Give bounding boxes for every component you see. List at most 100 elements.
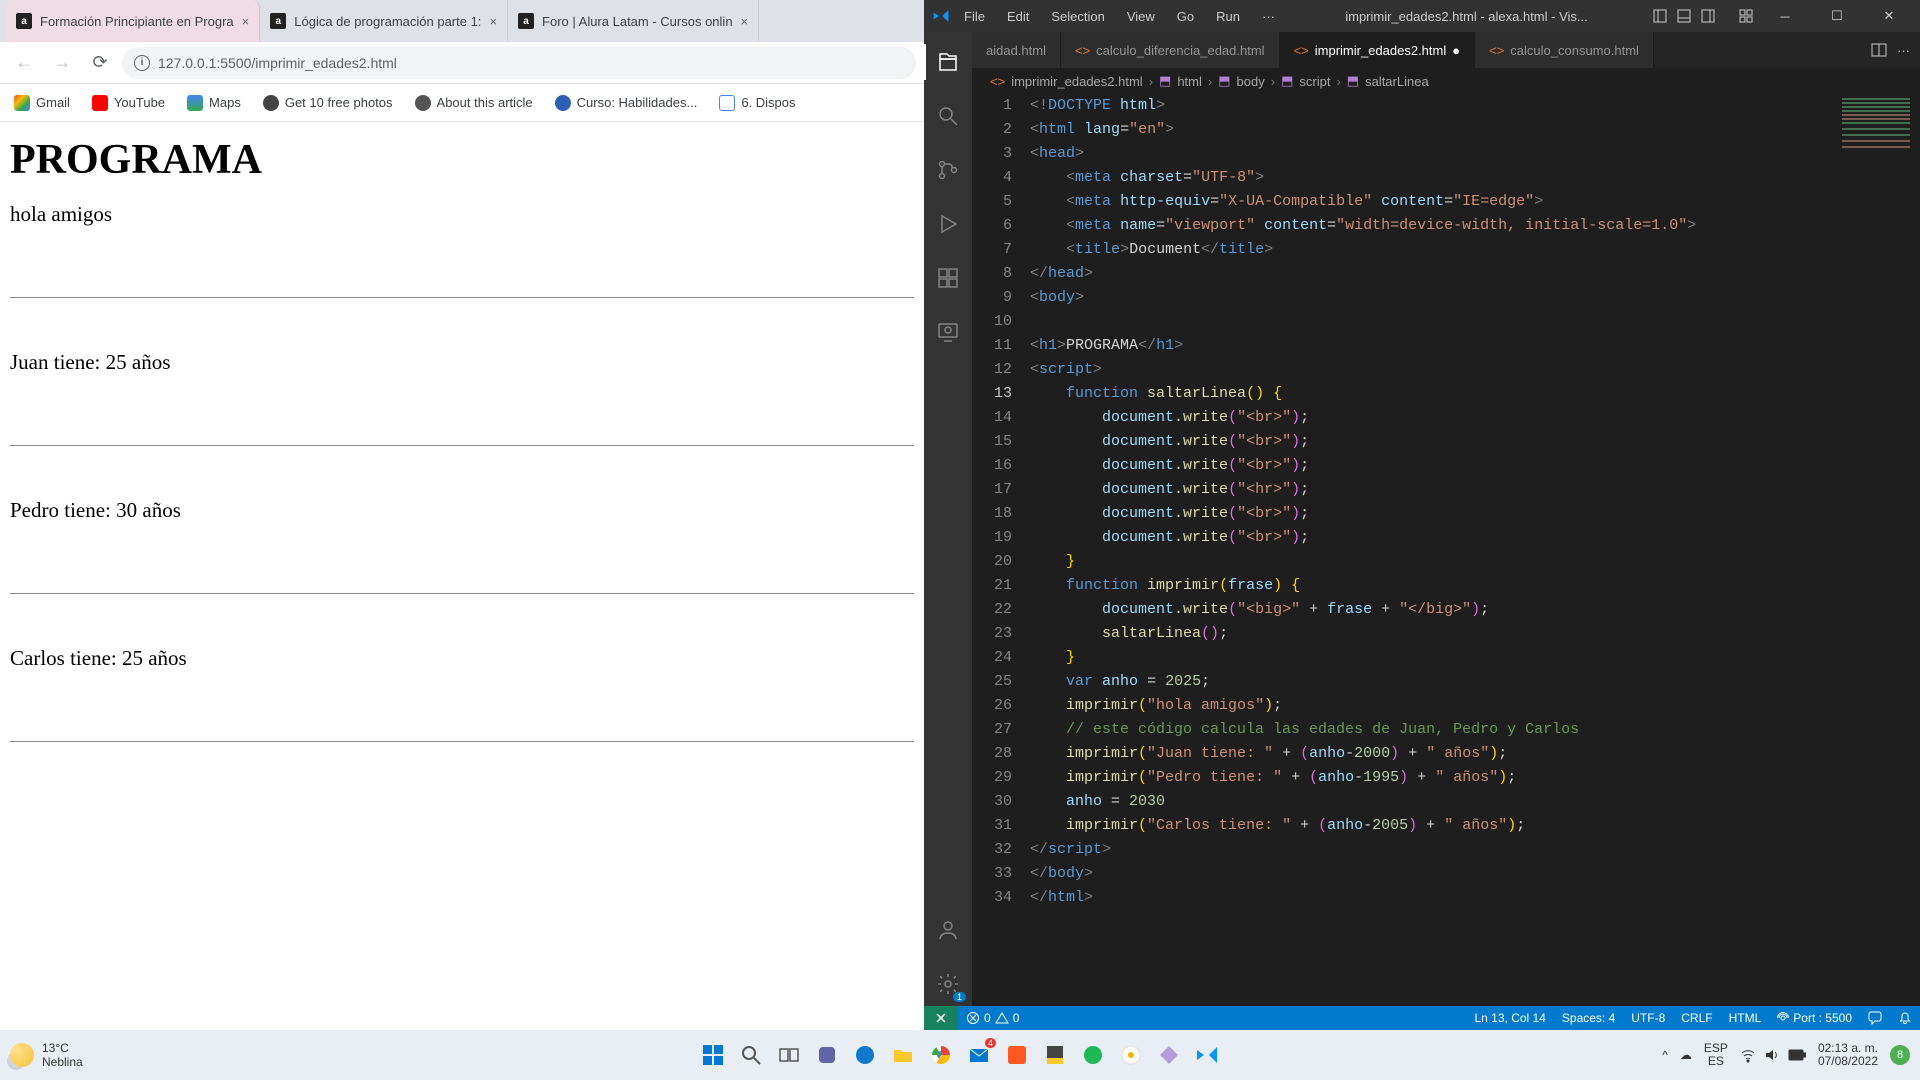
close-icon[interactable]: × — [741, 14, 749, 29]
bookmark-photos[interactable]: Get 10 free photos — [263, 95, 393, 111]
bookmark-youtube[interactable]: YouTube — [92, 95, 165, 111]
url-text: 127.0.0.1:5500/imprimir_edades2.html — [158, 55, 397, 71]
layout-bottom-icon[interactable] — [1674, 6, 1694, 26]
live-server-port[interactable]: Port : 5500 — [1769, 1011, 1860, 1025]
notifications-icon[interactable] — [1890, 1011, 1920, 1025]
chevron-right-icon: › — [1149, 74, 1153, 89]
maximize-button[interactable]: ☐ — [1814, 0, 1860, 32]
vscode-taskbar-icon[interactable] — [1192, 1040, 1222, 1070]
code-content[interactable]: <!DOCTYPE html><html lang="en"><head> <m… — [1030, 94, 1920, 1006]
remote-explorer-icon[interactable] — [924, 310, 972, 354]
page-h1: PROGRAMA — [10, 136, 914, 184]
menu-file[interactable]: File — [956, 9, 993, 24]
notification-badge[interactable]: 8 — [1890, 1045, 1910, 1065]
menu-selection[interactable]: Selection — [1043, 9, 1112, 24]
editor-tab-aidad[interactable]: aidad.html — [972, 32, 1061, 68]
back-button[interactable]: ← — [8, 47, 40, 79]
bookmark-gmail[interactable]: Gmail — [14, 95, 70, 111]
teams-icon[interactable] — [812, 1040, 842, 1070]
bookmark-maps[interactable]: Maps — [187, 95, 241, 111]
remote-indicator[interactable] — [924, 1006, 958, 1030]
volume-icon[interactable] — [1764, 1047, 1780, 1063]
minimize-button[interactable]: ─ — [1762, 0, 1808, 32]
eol[interactable]: CRLF — [1673, 1011, 1720, 1025]
indentation[interactable]: Spaces: 4 — [1554, 1011, 1623, 1025]
breadcrumb[interactable]: <> imprimir_edades2.html › ⬒html › ⬒body… — [972, 68, 1920, 94]
more-actions-icon[interactable]: ··· — [1897, 43, 1910, 58]
app-icon-diamond[interactable] — [1154, 1040, 1184, 1070]
run-debug-icon[interactable] — [924, 202, 972, 246]
editor-tab-calculo-diff[interactable]: <>calculo_diferencia_edad.html — [1061, 32, 1280, 68]
bc-body: body — [1237, 74, 1265, 89]
close-icon[interactable]: × — [242, 14, 250, 29]
weather-widget[interactable]: 13°C Neblina — [10, 1041, 83, 1069]
browser-tab-1[interactable]: a Formación Principiante en Progra × — [6, 0, 260, 42]
bc-script: script — [1299, 74, 1330, 89]
bookmark-dispos[interactable]: 6. Dispos — [719, 95, 795, 111]
layout-left-icon[interactable] — [1650, 6, 1670, 26]
feedback-icon[interactable] — [1860, 1011, 1890, 1025]
extensions-icon[interactable] — [924, 256, 972, 300]
symbol-icon: ⬒ — [1218, 73, 1230, 89]
app-icon-orange[interactable] — [1002, 1040, 1032, 1070]
tray-chevron-icon[interactable]: ^ — [1662, 1048, 1668, 1062]
chrome-canary-icon[interactable] — [1116, 1040, 1146, 1070]
task-view-button[interactable] — [774, 1040, 804, 1070]
forward-button[interactable]: → — [46, 47, 78, 79]
maps-icon — [187, 95, 203, 111]
wifi-icon[interactable] — [1740, 1047, 1756, 1063]
menu-more[interactable]: ··· — [1254, 9, 1283, 24]
explorer-icon[interactable] — [924, 40, 972, 84]
code-editor[interactable]: 1234567891011121314151617181920212223242… — [972, 94, 1920, 1006]
split-editor-icon[interactable] — [1871, 42, 1887, 58]
bookmark-curso[interactable]: Curso: Habilidades... — [555, 95, 698, 111]
weather-icon — [10, 1043, 34, 1067]
language-indicator[interactable]: ESP ES — [1704, 1042, 1728, 1068]
cursor-position[interactable]: Ln 13, Col 14 — [1467, 1011, 1554, 1025]
weather-desc: Neblina — [42, 1055, 83, 1069]
language-mode[interactable]: HTML — [1721, 1011, 1770, 1025]
search-icon[interactable] — [924, 94, 972, 138]
bookmark-article[interactable]: About this article — [415, 95, 533, 111]
symbol-icon: ⬒ — [1159, 73, 1171, 89]
problems-indicator[interactable]: 0 0 — [958, 1011, 1027, 1025]
editor-tab-imprimir[interactable]: <>imprimir_edades2.html● — [1280, 32, 1476, 68]
globe-icon — [415, 95, 431, 111]
onedrive-icon[interactable]: ☁ — [1680, 1048, 1692, 1062]
customize-layout-icon[interactable] — [1736, 6, 1756, 26]
html-file-icon: <> — [1075, 43, 1090, 58]
menu-view[interactable]: View — [1119, 9, 1163, 24]
site-info-icon[interactable]: i — [134, 55, 150, 71]
browser-tab-3[interactable]: a Foro | Alura Latam - Cursos onlin × — [508, 0, 759, 42]
close-icon[interactable]: × — [489, 14, 497, 29]
start-button[interactable] — [698, 1040, 728, 1070]
mail-icon[interactable]: 4 — [964, 1040, 994, 1070]
edge-icon[interactable] — [850, 1040, 880, 1070]
vscode-window: File Edit Selection View Go Run ··· impr… — [924, 0, 1920, 1030]
menu-go[interactable]: Go — [1169, 9, 1202, 24]
warning-count: 0 — [1013, 1011, 1020, 1025]
layout-right-icon[interactable] — [1698, 6, 1718, 26]
source-control-icon[interactable] — [924, 148, 972, 192]
settings-icon[interactable]: 1 — [924, 962, 972, 1006]
notes-icon[interactable] — [1040, 1040, 1070, 1070]
search-button[interactable] — [736, 1040, 766, 1070]
battery-icon[interactable] — [1788, 1049, 1806, 1061]
browser-tab-2[interactable]: a Lógica de programación parte 1: × — [260, 0, 508, 42]
reload-button[interactable]: ⟳ — [84, 47, 116, 79]
line-gutter: 1234567891011121314151617181920212223242… — [972, 94, 1030, 1006]
account-icon[interactable] — [924, 908, 972, 952]
close-button[interactable]: ✕ — [1866, 0, 1912, 32]
encoding[interactable]: UTF-8 — [1623, 1011, 1673, 1025]
html-file-icon: <> — [1294, 43, 1309, 58]
menu-edit[interactable]: Edit — [999, 9, 1037, 24]
spotify-icon[interactable] — [1078, 1040, 1108, 1070]
clock[interactable]: 02:13 a. m. 07/08/2022 — [1818, 1042, 1878, 1068]
file-explorer-icon[interactable] — [888, 1040, 918, 1070]
address-bar[interactable]: i 127.0.0.1:5500/imprimir_edades2.html — [122, 47, 916, 79]
editor-tab-consumo[interactable]: <>calculo_consumo.html — [1475, 32, 1654, 68]
calendar-icon — [719, 95, 735, 111]
minimap[interactable] — [1832, 94, 1920, 1006]
menu-run[interactable]: Run — [1208, 9, 1248, 24]
chrome-icon[interactable] — [926, 1040, 956, 1070]
